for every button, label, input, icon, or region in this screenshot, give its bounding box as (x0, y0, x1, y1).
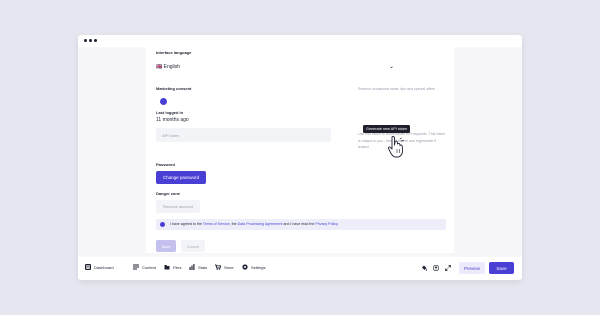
save-button[interactable]: Save (156, 240, 176, 252)
change-password-button[interactable]: Change password (156, 171, 206, 184)
language-value: 🇬🇧 English (156, 64, 181, 70)
paint-bucket-icon[interactable] (421, 265, 427, 271)
nav-stats[interactable]: Stats (189, 264, 207, 270)
dashboard-icon (85, 264, 91, 270)
nav-dashboard[interactable]: Dashboard (85, 264, 114, 270)
app-window: Interface language 🇬🇧 English ⌄ Marketin… (78, 35, 522, 280)
dpa-link[interactable]: Data Processing Agreement (238, 222, 283, 226)
language-select[interactable]: 🇬🇧 English ⌄ (156, 64, 394, 72)
content-icon (133, 264, 139, 270)
marketing-hint: Receive occasional news, tips and specia… (358, 87, 436, 91)
generate-token-tooltip: Generate new API token (363, 125, 411, 133)
api-token-placeholder: API token (162, 133, 180, 138)
consent-checkbox[interactable] (160, 222, 165, 227)
marketing-toggle[interactable] (160, 98, 167, 105)
stats-icon (189, 264, 195, 270)
nav-files[interactable]: Files (164, 264, 181, 270)
chevron-down-icon: ⌄ (388, 64, 394, 70)
language-label: Interface language (156, 50, 192, 55)
upload-icon[interactable] (433, 265, 439, 271)
window-menu-icon[interactable] (84, 39, 97, 42)
settings-panel: Interface language 🇬🇧 English ⌄ Marketin… (146, 47, 454, 253)
nav-label: Files (173, 264, 182, 270)
title-bar (78, 35, 522, 47)
bottom-toolbar: Dashboard Content Files Stats Store Sett… (78, 257, 522, 280)
marketing-label: Marketing consent (156, 86, 192, 91)
nav-store[interactable]: Store (215, 264, 234, 270)
files-icon (164, 265, 170, 270)
nav-label: Stats (198, 264, 208, 270)
nav-label: Store (224, 264, 234, 270)
store-icon (215, 264, 221, 270)
remove-account-button[interactable]: Remove account (156, 200, 200, 213)
settings-icon (242, 264, 248, 270)
nav-label: Settings (251, 264, 266, 270)
cancel-button[interactable]: Cancel (181, 240, 205, 252)
hand-cursor-icon (387, 136, 404, 158)
nav-settings[interactable]: Settings (242, 264, 265, 270)
nav-label: Dashboard (94, 264, 114, 270)
password-label: Password (156, 162, 175, 167)
last-logged-label: Last logged in (156, 110, 184, 115)
consent-text: I have agreed to the Terms of Service, t… (170, 222, 339, 226)
expand-icon[interactable] (445, 265, 451, 271)
api-token-field[interactable]: API token (156, 128, 331, 142)
danger-zone-label: Danger zone (156, 191, 181, 196)
consent-banner: I have agreed to the Terms of Service, t… (156, 219, 446, 230)
terms-link[interactable]: Terms of Service (203, 222, 230, 226)
privacy-link[interactable]: Privacy Policy (315, 222, 337, 226)
save-main-button[interactable]: Save (489, 262, 514, 274)
last-logged-value: 11 months ago (156, 117, 189, 123)
nav-content[interactable]: Content (133, 264, 156, 270)
preview-button[interactable]: Preview (459, 262, 485, 274)
nav-label: Content (142, 264, 157, 270)
